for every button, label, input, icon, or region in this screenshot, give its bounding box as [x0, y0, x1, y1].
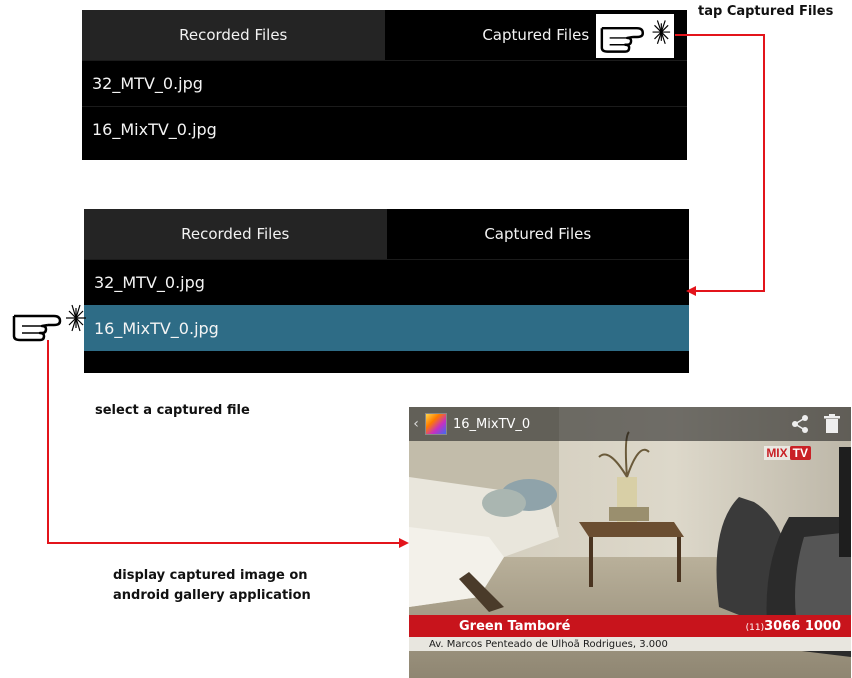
trash-icon[interactable] — [819, 411, 845, 437]
file-browser-panel-captured: Recorded Files Captured Files 32_MTV_0.j… — [84, 209, 689, 373]
tab-recorded-files[interactable]: Recorded Files — [84, 209, 387, 259]
arrow-left-icon — [686, 286, 696, 296]
pointing-hand-icon — [8, 300, 90, 344]
share-icon[interactable] — [787, 411, 813, 437]
tab-captured-files[interactable]: Captured Files — [386, 209, 689, 259]
lower-third-address: Av. Marcos Penteado de Ulhoã Rodrigues, … — [409, 637, 851, 651]
channel-logo: MIX TV — [764, 443, 811, 463]
annotation-display-line-1: display captured image on — [113, 568, 308, 583]
pointing-hand-icon — [596, 14, 674, 58]
file-list-item-selected[interactable]: 16_MixTV_0.jpg — [84, 305, 689, 351]
tab-recorded-files[interactable]: Recorded Files — [82, 10, 385, 60]
arrow-right-icon — [399, 538, 409, 548]
connector-line — [763, 34, 765, 292]
lower-third-name: Green Tamboré — [459, 618, 571, 634]
file-list-item[interactable]: 16_MixTV_0.jpg — [82, 106, 687, 152]
file-list-item[interactable]: 32_MTV_0.jpg — [84, 259, 689, 305]
lower-third-phone: (11)3066 1000 — [746, 619, 851, 634]
lower-third-address-text: Av. Marcos Penteado de Ulhoã Rodrigues, … — [429, 638, 668, 650]
annotation-select: select a captured file — [95, 403, 250, 418]
connector-line — [47, 542, 400, 544]
connector-line — [675, 34, 765, 36]
file-list-item[interactable]: 32_MTV_0.jpg — [82, 60, 687, 106]
back-chevron-icon[interactable]: ‹ — [409, 416, 423, 432]
lower-third-banner: Green Tamboré (11)3066 1000 — [409, 615, 851, 637]
annotation-tap: tap Captured Files — [698, 4, 834, 19]
annotation-display: display captured image on android galler… — [113, 566, 311, 606]
channel-logo-mix: MIX — [764, 446, 790, 460]
channel-logo-tv: TV — [789, 446, 811, 460]
lower-third-area-code: (11) — [745, 622, 765, 633]
gallery-app-icon[interactable] — [425, 413, 447, 435]
gallery-title: 16_MixTV_0 — [453, 416, 531, 432]
tab-bar: Recorded Files Captured Files — [84, 209, 689, 259]
connector-line — [47, 340, 49, 544]
annotation-display-line-2: android gallery application — [113, 588, 311, 603]
lower-third-phone-number: 3066 1000 — [764, 618, 841, 634]
gallery-action-bar: ‹ 16_MixTV_0 — [409, 407, 851, 441]
connector-line — [696, 290, 765, 292]
gallery-viewer: ‹ 16_MixTV_0 MIX TV Green Tamboré (11)30… — [409, 407, 851, 678]
